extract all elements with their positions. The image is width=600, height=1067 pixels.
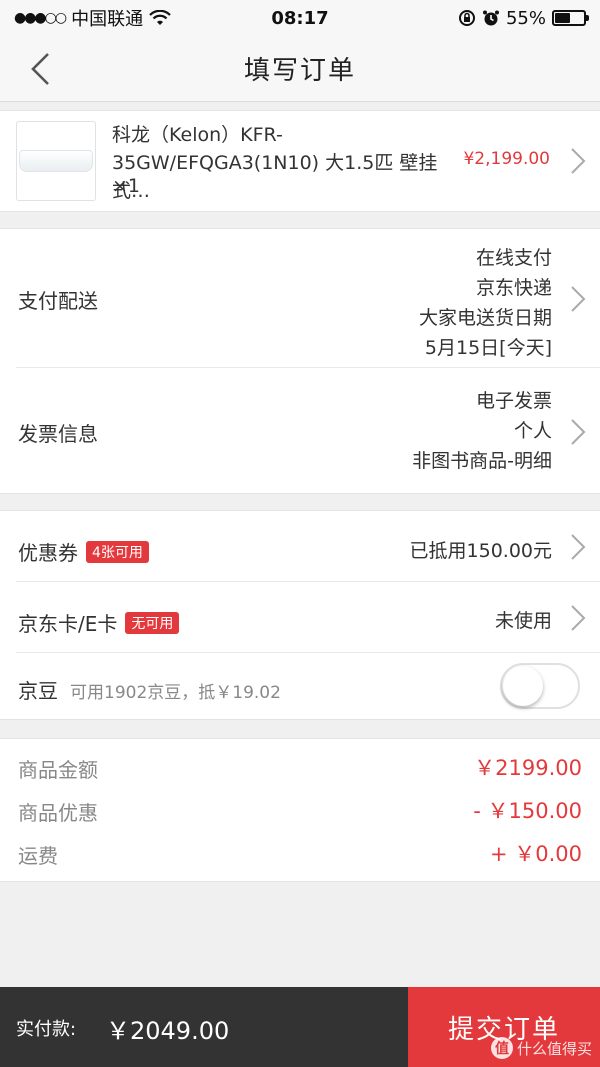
status-time: 08:17 [271, 7, 329, 29]
back-button[interactable] [22, 50, 58, 88]
product-price: ¥2,199.00 [463, 149, 550, 169]
ecard-label: 京东卡/E卡 [18, 612, 118, 636]
invoice-row[interactable]: 发票信息 电子发票 个人 非图书商品-明细 [0, 368, 600, 494]
page-title: 填写订单 [243, 56, 356, 86]
summary-label: 商品优惠 [18, 801, 98, 825]
invoice-line: 非图书商品-明细 [412, 450, 552, 472]
chevron-right-icon [571, 605, 586, 631]
jingdou-label-wrap: 京豆 可用1902京豆，抵￥19.02 [18, 675, 281, 704]
carrier-label: 中国联通 [71, 9, 144, 30]
battery-percent: 55% [505, 7, 546, 29]
summary-value: ￥2199.00 [474, 756, 582, 780]
product-thumbnail [16, 121, 96, 201]
battery-fill [555, 13, 571, 23]
delivery-line: 在线支付 [475, 247, 552, 269]
coupon-value: 已抵用150.00元 [409, 540, 552, 562]
delivery-line: 5月15日[今天] [424, 337, 552, 359]
bottom-bar: 实付款: ￥2049.00 提交订单 值 什么值得买 [0, 987, 600, 1067]
air-conditioner-image [19, 150, 93, 172]
coupon-badge: 4张可用 [86, 541, 149, 563]
signal-icon: ●●●○○ [14, 10, 67, 26]
delivery-invoice-section: 支付配送 在线支付 京东快递 大家电送货日期 5月15日[今天] 发票信息 电子… [0, 228, 600, 494]
amount-summary: 商品金额 ￥2199.00 商品优惠 - ￥150.00 运费 + ￥0.00 [0, 738, 600, 882]
alarm-icon [482, 10, 499, 26]
delivery-label: 支付配送 [18, 289, 98, 313]
jingdou-toggle[interactable] [500, 663, 580, 709]
pay-amount: ￥2049.00 [106, 1017, 230, 1045]
wifi-icon [149, 10, 171, 25]
coupon-label: 优惠券 [18, 541, 78, 565]
ecard-label-wrap: 京东卡/E卡 无可用 [18, 608, 180, 637]
chevron-right-icon [571, 534, 586, 560]
nav-bar: 填写订单 [0, 36, 600, 102]
invoice-details: 电子发票 个人 非图书商品-明细 [412, 386, 552, 476]
toggle-knob [503, 666, 543, 706]
chevron-left-icon [31, 53, 49, 85]
jingdou-row: 京豆 可用1902京豆，抵￥19.02 [0, 653, 600, 721]
delivery-details: 在线支付 京东快递 大家电送货日期 5月15日[今天] [419, 243, 552, 363]
invoice-line: 电子发票 [475, 390, 552, 412]
delivery-line: 大家电送货日期 [418, 307, 552, 329]
ecard-value: 未使用 [494, 610, 552, 632]
watermark-text: 什么值得买 [516, 1039, 592, 1058]
product-name: 科龙（Kelon）KFR-35GW/EFQGA3(1N10) 大1.5匹 壁挂式… [112, 124, 438, 202]
ecard-row[interactable]: 京东卡/E卡 无可用 未使用 [0, 582, 600, 652]
invoice-line: 个人 [513, 420, 552, 442]
coupon-row[interactable]: 优惠券 4张可用 已抵用150.00元 [0, 511, 600, 581]
summary-label: 运费 [18, 844, 58, 868]
chevron-right-icon [571, 148, 586, 174]
product-card[interactable]: 科龙（Kelon）KFR-35GW/EFQGA3(1N10) 大1.5匹 壁挂式… [0, 110, 600, 212]
delivery-row[interactable]: 支付配送 在线支付 京东快递 大家电送货日期 5月15日[今天] [0, 229, 600, 367]
ecard-badge: 无可用 [125, 612, 180, 634]
chevron-right-icon [571, 286, 586, 312]
coupon-label-wrap: 优惠券 4张可用 [18, 537, 149, 566]
discount-section: 优惠券 4张可用 已抵用150.00元 京东卡/E卡 无可用 未使用 京豆 可用190… [0, 510, 600, 720]
chevron-right-icon [571, 419, 586, 445]
delivery-line: 京东快递 [475, 277, 552, 299]
status-bar: ●●●○○ 中国联通 08:17 55% [0, 0, 600, 36]
battery-icon [552, 10, 589, 26]
jingdou-label: 京豆 [18, 679, 58, 703]
watermark-logo: 值 [490, 1037, 513, 1059]
pay-label: 实付款: [16, 1019, 77, 1040]
summary-value: + ￥0.00 [489, 842, 582, 866]
jingdou-available: 可用1902京豆，抵￥19.02 [70, 683, 281, 703]
summary-value: - ￥150.00 [473, 799, 582, 823]
watermark: 值 什么值得买 [490, 1037, 592, 1059]
orientation-lock-icon [458, 10, 475, 26]
invoice-label: 发票信息 [18, 422, 98, 446]
product-quantity: ×1 [112, 175, 141, 197]
summary-label: 商品金额 [18, 758, 98, 782]
